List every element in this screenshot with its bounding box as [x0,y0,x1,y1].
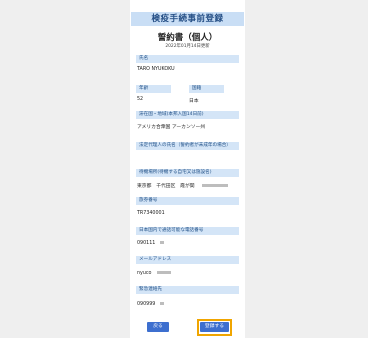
right-margin [245,0,368,338]
departure-value: アメリカ合衆国 アーカンソー州 [137,125,206,130]
name-label: 氏名 [136,55,239,63]
destination-label: 待機場所(待機する自宅又は施設名) [136,169,239,177]
page-header: 検疫手続事前登録 [131,12,244,26]
redacted-mosaic [202,184,229,187]
email-label: メールアドレス [136,256,239,264]
document-title: 誓約書（個人） [157,33,218,43]
redacted-mosaic [159,302,164,305]
phone-label: 日本国内で通話可能な電話番号 [136,227,239,235]
emergency-label: 緊急連絡先 [136,286,239,294]
document-date: 2022年01月14日更新 [165,44,210,49]
email-text: nyuco [137,271,152,276]
phone-text: 090111 [137,241,156,246]
emergency-text: 090999 [137,302,156,307]
form-panel: 検疫手続事前登録 誓約書（個人） 2022年01月14日更新 氏名 TARO N… [131,0,244,338]
passport-label: 旅券番号 [136,197,239,205]
left-margin [0,0,130,338]
guardian-label: 法定代理人の氏名（誓約者が未成年の場合） [136,142,239,150]
age-value: 52 [137,97,144,102]
redacted-mosaic [157,271,172,274]
back-button[interactable]: 戻る [147,322,169,332]
register-button[interactable]: 登録する [200,322,229,332]
destination-value: 東京都 千代田区 霞が関 [137,182,229,189]
phone-value: 090111 [137,241,164,246]
age-label: 年齢 [136,85,171,93]
nationality-label: 国籍 [189,85,224,93]
redacted-mosaic [159,241,164,244]
passport-value: TR7340001 [137,211,165,216]
nationality-value: 日本 [189,99,199,104]
destination-text: 東京都 千代田区 霞が関 [137,184,195,189]
name-value: TARO NYUKOKU [137,67,175,72]
departure-label: 滞在国・地域(本邦入国14日前) [136,111,239,119]
email-value: nyuco [137,271,172,276]
emergency-value: 090999 [137,302,164,307]
